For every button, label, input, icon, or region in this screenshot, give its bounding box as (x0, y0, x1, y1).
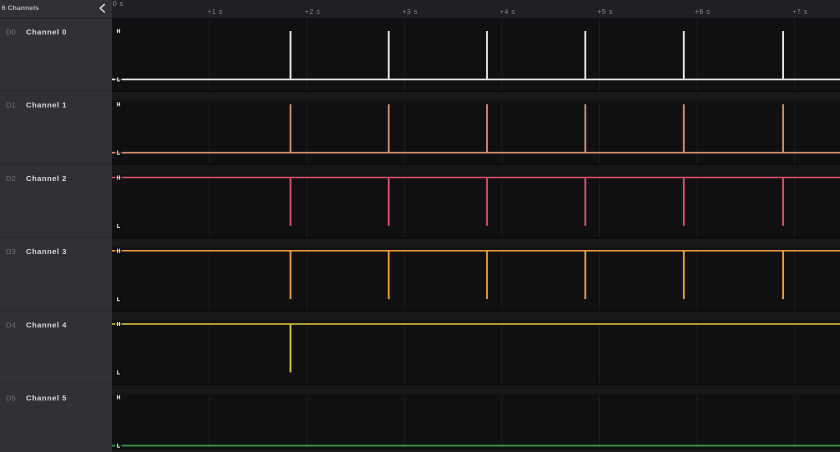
svg-text:+5 s: +5 s (597, 9, 613, 16)
svg-text:D4: D4 (6, 320, 16, 329)
svg-text:+1 s: +1 s (207, 9, 223, 16)
svg-text:Channel 0: Channel 0 (26, 27, 67, 36)
svg-text:6 Channels: 6 Channels (2, 5, 39, 12)
svg-text:+6 s: +6 s (695, 9, 711, 16)
svg-text:Channel 1: Channel 1 (26, 101, 67, 110)
svg-text:Channel 4: Channel 4 (26, 320, 67, 329)
svg-text:D2: D2 (6, 174, 16, 183)
svg-text:Channel 5: Channel 5 (26, 394, 67, 403)
svg-text:+2 s: +2 s (305, 9, 321, 16)
svg-text:D1: D1 (6, 101, 16, 110)
svg-text:Channel 3: Channel 3 (26, 247, 67, 256)
svg-text:+4 s: +4 s (500, 9, 516, 16)
svg-text:D0: D0 (6, 27, 16, 36)
svg-text:D5: D5 (6, 394, 16, 403)
svg-text:Channel 2: Channel 2 (26, 174, 67, 183)
svg-text:D3: D3 (6, 247, 16, 256)
svg-text:0 s: 0 s (113, 1, 124, 8)
svg-text:+7 s: +7 s (792, 9, 808, 16)
svg-text:+3 s: +3 s (402, 9, 418, 16)
